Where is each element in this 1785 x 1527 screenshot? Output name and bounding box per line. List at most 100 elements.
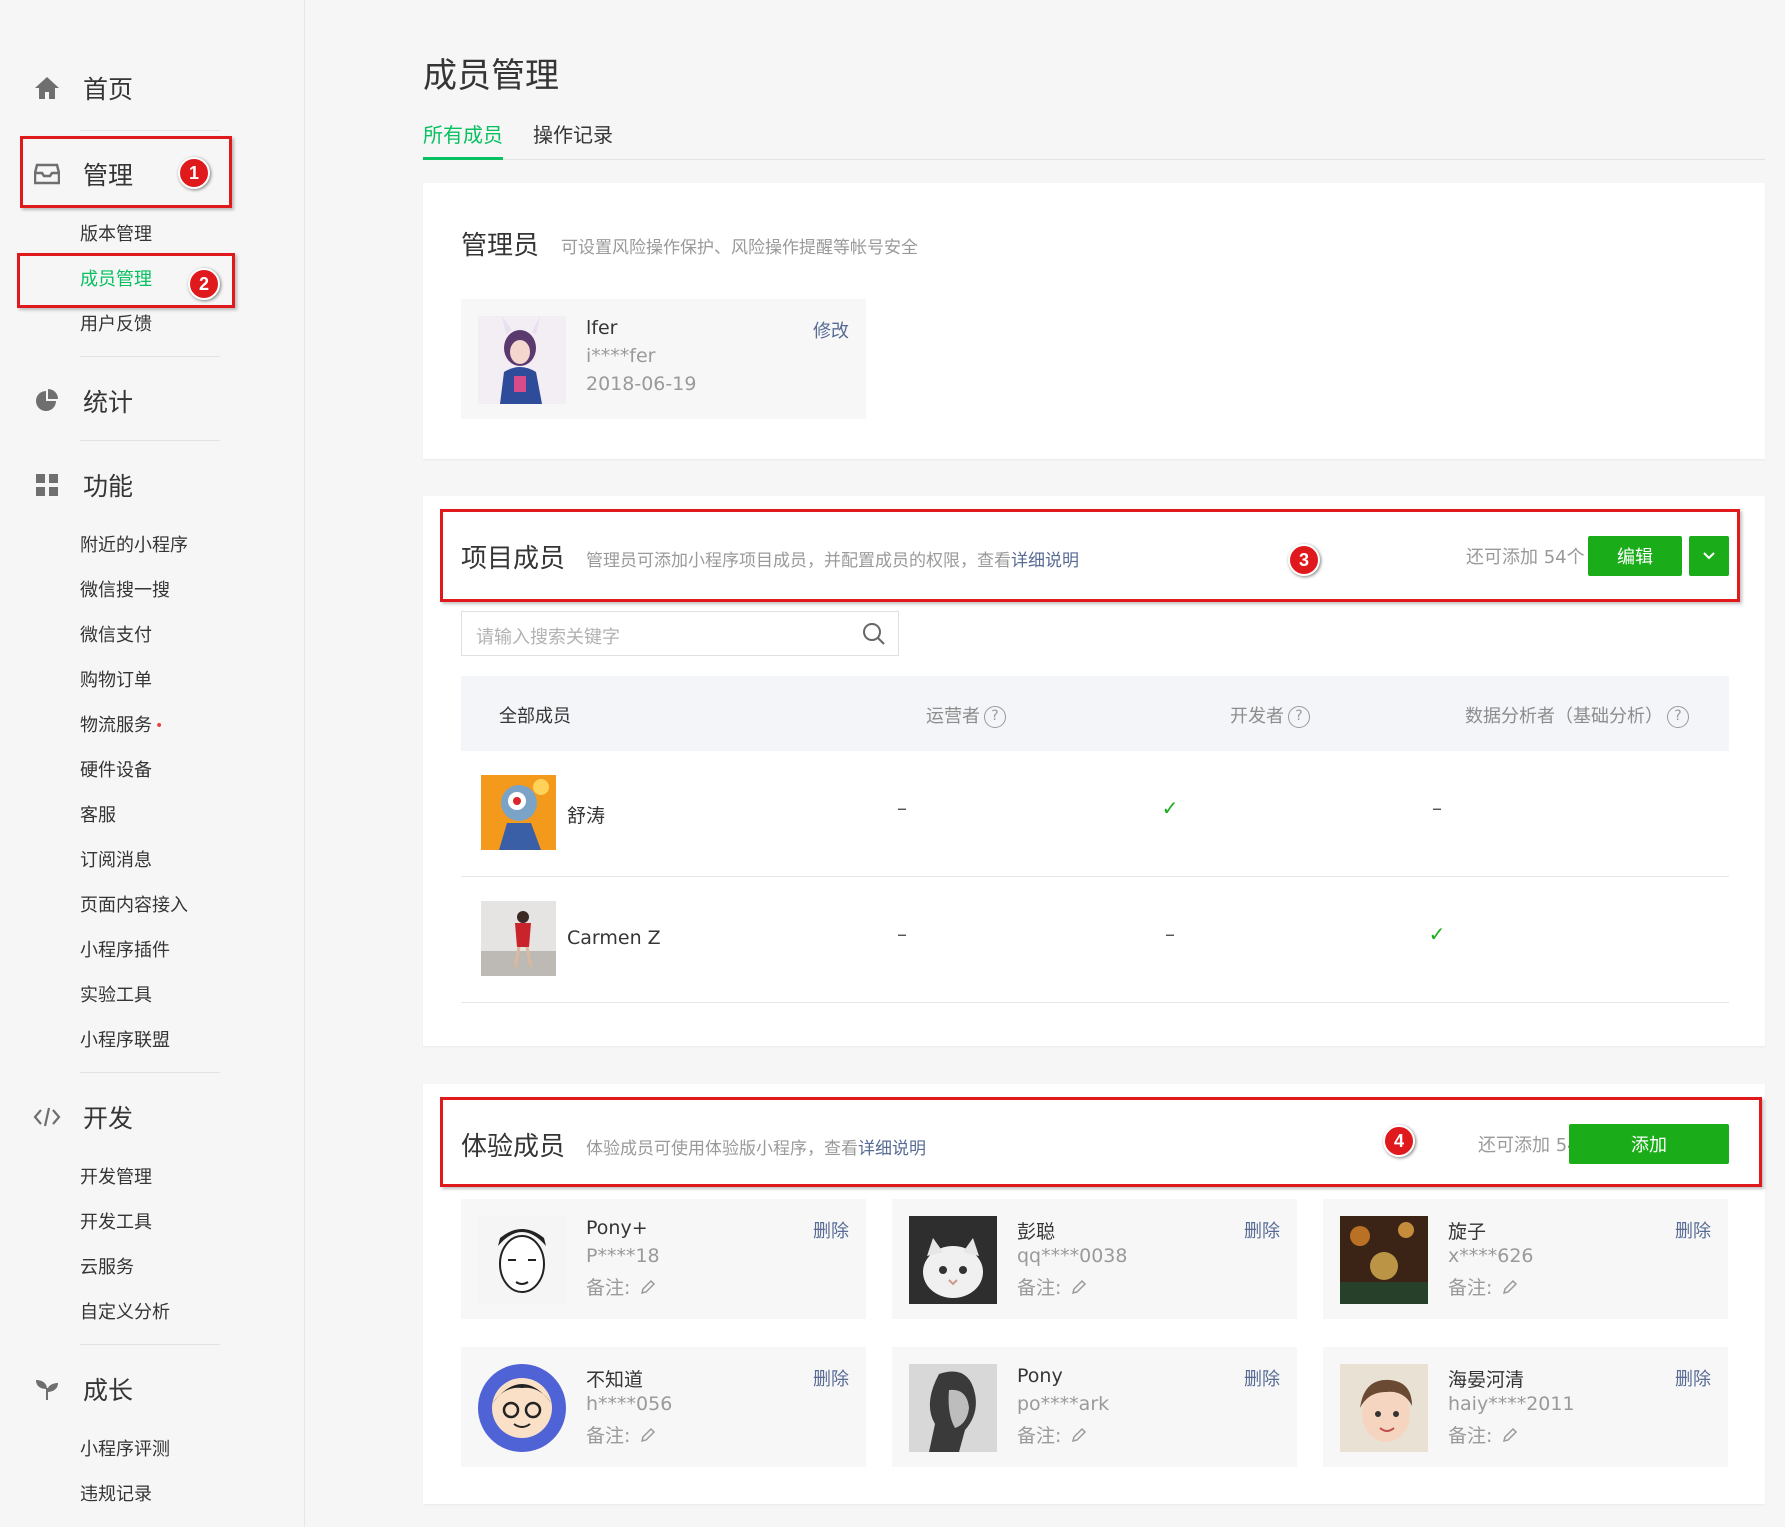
member-account: h****056 bbox=[586, 1393, 673, 1415]
nav-features-label: 功能 bbox=[83, 472, 134, 501]
delete-member-link[interactable]: 删除 bbox=[1675, 1217, 1711, 1243]
delete-member-link[interactable]: 删除 bbox=[813, 1365, 849, 1391]
sidebar-item-experiments[interactable]: 实验工具 bbox=[80, 982, 152, 1010]
sidebar-item-dev-manage[interactable]: 开发管理 bbox=[80, 1164, 152, 1192]
sidebar-item-customer-service[interactable]: 客服 bbox=[80, 802, 116, 830]
code-icon bbox=[33, 1103, 61, 1131]
pencil-icon[interactable] bbox=[1502, 1278, 1518, 1300]
member-note: 备注: bbox=[1448, 1421, 1518, 1448]
member-name: 不知道 bbox=[586, 1369, 644, 1391]
note-label: 备注: bbox=[1017, 1277, 1062, 1299]
admin-panel: 管理员 可设置风险操作保护、风险操作提醒等帐号安全 lfer i****fer … bbox=[423, 183, 1765, 459]
search-icon[interactable] bbox=[862, 622, 886, 650]
pencil-icon[interactable] bbox=[640, 1426, 656, 1448]
member-note: 备注: bbox=[1448, 1273, 1518, 1300]
avatar bbox=[481, 775, 556, 850]
member-name: Carmen Z bbox=[567, 927, 661, 949]
sidebar-item-evaluation[interactable]: 小程序评测 bbox=[80, 1436, 170, 1464]
nav-dev[interactable]: 开发 bbox=[33, 1097, 133, 1137]
trial-member-card: Pony+ P****18 备注: 删除 bbox=[461, 1199, 866, 1319]
divider bbox=[80, 130, 220, 131]
delete-member-link[interactable]: 删除 bbox=[1675, 1365, 1711, 1391]
pencil-icon[interactable] bbox=[1502, 1426, 1518, 1448]
nav-features[interactable]: 功能 bbox=[33, 465, 133, 505]
sidebar-item-nearby[interactable]: 附近的小程序 bbox=[80, 532, 188, 560]
avatar bbox=[478, 1216, 566, 1304]
member-name: 彭聪 bbox=[1017, 1221, 1056, 1243]
admin-account: i****fer bbox=[586, 345, 656, 367]
sidebar-item-orders[interactable]: 购物订单 bbox=[80, 667, 152, 695]
admin-card: lfer i****fer 2018-06-19 修改 bbox=[461, 299, 866, 419]
sidebar-item-dev-tools[interactable]: 开发工具 bbox=[80, 1209, 152, 1237]
nav-growth-label: 成长 bbox=[83, 1376, 134, 1405]
modify-admin-link[interactable]: 修改 bbox=[813, 317, 849, 343]
trial-member-card: 旋子 x****626 备注: 删除 bbox=[1323, 1199, 1728, 1319]
member-note: 备注: bbox=[1017, 1421, 1087, 1448]
note-label: 备注: bbox=[586, 1425, 631, 1447]
table-row: Carmen Z – – ✓ bbox=[461, 877, 1729, 1003]
avatar bbox=[1340, 1216, 1428, 1304]
col-developer: 开发者? bbox=[1230, 702, 1310, 728]
sidebar-item-subscribe[interactable]: 订阅消息 bbox=[80, 847, 152, 875]
sidebar-item-hardware[interactable]: 硬件设备 bbox=[80, 757, 152, 785]
nav-growth[interactable]: 成长 bbox=[33, 1369, 133, 1409]
avatar bbox=[909, 1216, 997, 1304]
sidebar-item-cloud[interactable]: 云服务 bbox=[80, 1254, 134, 1282]
new-dot: • bbox=[155, 718, 164, 734]
grid-icon bbox=[33, 471, 61, 499]
analyst-permission: – bbox=[1432, 796, 1442, 820]
annotation-box-3 bbox=[440, 509, 1740, 602]
sidebar-item-wechat-search[interactable]: 微信搜一搜 bbox=[80, 577, 170, 605]
sidebar-item-violations[interactable]: 违规记录 bbox=[80, 1481, 152, 1509]
tab-bar: 所有成员 操作记录 bbox=[423, 120, 1765, 160]
sidebar-item-alliance[interactable]: 小程序联盟 bbox=[80, 1027, 170, 1055]
sprout-icon bbox=[33, 1375, 61, 1403]
avatar bbox=[478, 1364, 566, 1452]
member-account: qq****0038 bbox=[1017, 1245, 1128, 1267]
help-icon[interactable]: ? bbox=[1667, 706, 1689, 728]
search-input[interactable]: 请输入搜索关键字 bbox=[476, 623, 620, 649]
col-analyst-label: 数据分析者（基础分析） bbox=[1465, 706, 1663, 727]
sidebar-item-feedback[interactable]: 用户反馈 bbox=[80, 311, 152, 339]
member-search[interactable]: 请输入搜索关键字 bbox=[461, 611, 899, 656]
nav-home[interactable]: 首页 bbox=[33, 68, 133, 108]
pencil-icon[interactable] bbox=[1071, 1278, 1087, 1300]
help-icon[interactable]: ? bbox=[984, 706, 1006, 728]
member-name: 舒涛 bbox=[567, 805, 606, 827]
pencil-icon[interactable] bbox=[640, 1278, 656, 1300]
note-label: 备注: bbox=[1017, 1425, 1062, 1447]
help-icon[interactable]: ? bbox=[1288, 706, 1310, 728]
delete-member-link[interactable]: 删除 bbox=[1244, 1217, 1280, 1243]
pie-chart-icon bbox=[33, 387, 61, 415]
admin-desc: 可设置风险操作保护、风险操作提醒等帐号安全 bbox=[561, 238, 918, 258]
delete-member-link[interactable]: 删除 bbox=[1244, 1365, 1280, 1391]
analyst-permission: ✓ bbox=[1428, 922, 1446, 946]
avatar bbox=[478, 316, 566, 404]
nav-dev-label: 开发 bbox=[83, 1104, 134, 1133]
trial-member-card: 海晏河清 haiy****2011 备注: 删除 bbox=[1323, 1347, 1728, 1467]
nav-stats[interactable]: 统计 bbox=[33, 381, 133, 421]
nav-home-label: 首页 bbox=[83, 75, 134, 104]
sidebar-item-plugins[interactable]: 小程序插件 bbox=[80, 937, 170, 965]
member-account: haiy****2011 bbox=[1448, 1393, 1575, 1415]
note-label: 备注: bbox=[1448, 1425, 1493, 1447]
avatar bbox=[909, 1364, 997, 1452]
sidebar-item-custom-analytics[interactable]: 自定义分析 bbox=[80, 1299, 170, 1327]
member-account: x****626 bbox=[1448, 1245, 1534, 1267]
sidebar-item-wechat-pay[interactable]: 微信支付 bbox=[80, 622, 152, 650]
delete-member-link[interactable]: 删除 bbox=[813, 1217, 849, 1243]
divider bbox=[80, 1072, 220, 1073]
note-label: 备注: bbox=[1448, 1277, 1493, 1299]
col-operator-label: 运营者 bbox=[926, 706, 980, 727]
col-all-members[interactable]: 全部成员 bbox=[499, 702, 571, 728]
pencil-icon[interactable] bbox=[1071, 1426, 1087, 1448]
tab-all-members[interactable]: 所有成员 bbox=[423, 120, 503, 160]
member-account: P****18 bbox=[586, 1245, 660, 1267]
sidebar-item-page-content[interactable]: 页面内容接入 bbox=[80, 892, 188, 920]
member-name: Pony bbox=[1017, 1365, 1063, 1387]
member-note: 备注: bbox=[586, 1273, 656, 1300]
sidebar-item-version[interactable]: 版本管理 bbox=[80, 221, 152, 249]
tab-operation-log[interactable]: 操作记录 bbox=[533, 120, 613, 160]
admin-date: 2018-06-19 bbox=[586, 373, 697, 395]
sidebar-item-logistics[interactable]: 物流服务 • bbox=[80, 712, 163, 740]
